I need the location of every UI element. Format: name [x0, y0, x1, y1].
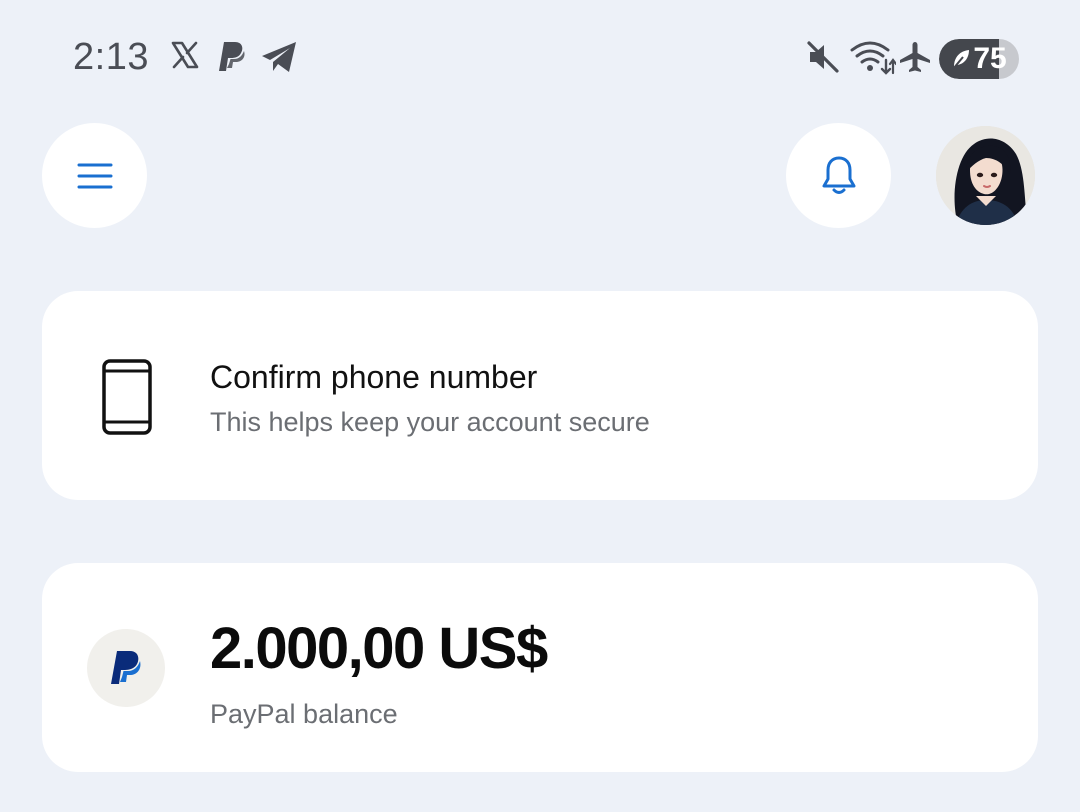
confirm-phone-title: Confirm phone number	[210, 359, 538, 395]
confirm-phone-subtitle: This helps keep your account secure	[210, 407, 650, 437]
paypal-logo-icon	[217, 40, 247, 79]
balance-label: PayPal balance	[210, 699, 398, 729]
notifications-button[interactable]	[786, 123, 891, 228]
avatar-illustration	[936, 126, 1035, 225]
smartphone-icon	[102, 359, 152, 440]
status-bar: 2:13 75	[0, 0, 1080, 120]
muted-icon	[806, 40, 840, 79]
balance-amount: 2.000,00 US$	[210, 616, 548, 681]
paypal-balance-card[interactable]: 2.000,00 US$ PayPal balance	[42, 563, 1038, 772]
confirm-phone-card[interactable]: Confirm phone number This helps keep you…	[42, 291, 1038, 500]
menu-button[interactable]	[42, 123, 147, 228]
bell-icon	[822, 156, 855, 194]
hamburger-menu-icon	[77, 163, 112, 188]
paypal-logo-icon	[111, 651, 141, 684]
airplane-mode-icon	[898, 40, 932, 79]
battery-saver-leaf-icon	[952, 50, 970, 70]
status-time: 2:13	[73, 36, 149, 78]
wifi-icon	[850, 40, 898, 81]
x-logo-icon	[170, 40, 200, 75]
paypal-balance-logo	[87, 629, 165, 707]
battery-level: 75	[973, 42, 1007, 75]
profile-avatar[interactable]	[936, 126, 1035, 225]
battery-indicator: 75	[939, 39, 1019, 79]
telegram-icon	[260, 40, 298, 79]
